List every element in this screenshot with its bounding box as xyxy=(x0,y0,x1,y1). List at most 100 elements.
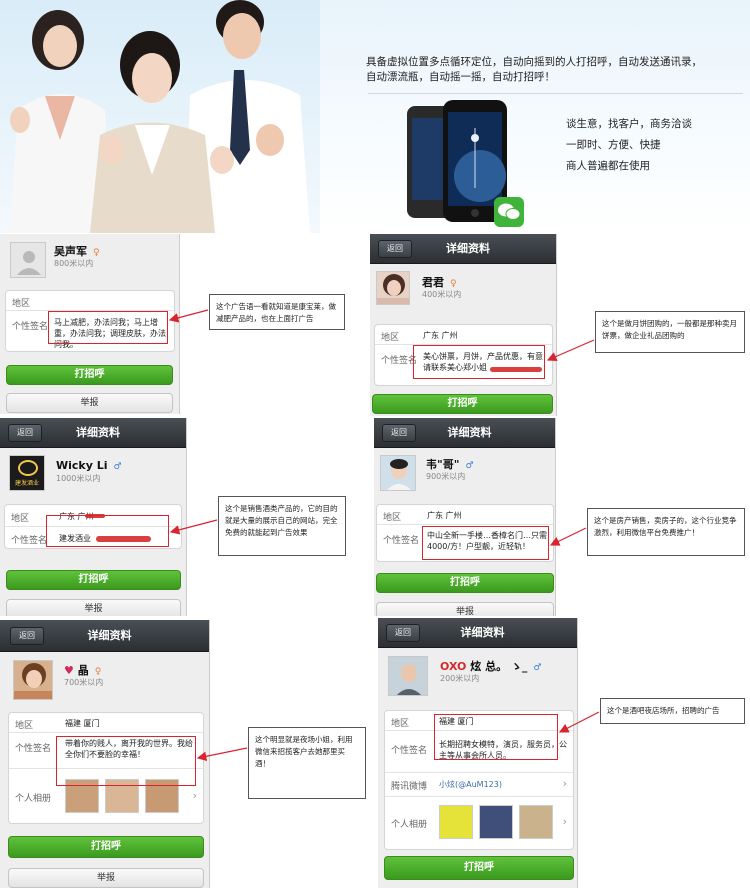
hero-intro-line-1: 具备虚拟位置多点循环定位，自动向摇到的人打招呼，自动发送通讯录， xyxy=(366,56,702,68)
nickname-text: 炫 总。 ゝ_ xyxy=(470,660,528,673)
info-panel: 地区 个性签名 马上减肥，办法问我；马上增重，办法问我；调理皮肤，办法问我。 xyxy=(5,290,175,352)
report-button-label: 举报 xyxy=(455,607,474,616)
avatar[interactable] xyxy=(376,271,410,305)
signature-value: 带着你的贱人，离开我的世界。我给全你们不要脸的幸福！ xyxy=(65,739,193,759)
nickname-text: 君君 xyxy=(422,276,444,289)
report-button-label: 举报 xyxy=(84,604,103,614)
report-button[interactable]: 举报 xyxy=(6,599,181,616)
region-label: 地区 xyxy=(391,719,410,729)
info-panel: 地区 福建 厦门 个性签名 长期招聘女模特，演员，服务员，公主等从事会所人员。 … xyxy=(384,710,574,850)
album-thumbnail[interactable] xyxy=(105,779,139,813)
signature-row: 个性签名 美心饼票，月饼，产品优惠，有意请联系美心郑小姐 xyxy=(375,345,552,387)
distance: 900米以内 xyxy=(426,472,466,481)
signature-row: 个性签名 带着你的贱人，离开我的世界。我给全你们不要脸的幸福！ xyxy=(9,733,203,769)
info-panel: 地区 广东 广州 个性签名 中山全新一手楼…香樟名门…只需4000/方！户型靓，… xyxy=(376,504,554,562)
distance: 800米以内 xyxy=(54,259,94,268)
nickname: ♥ 晶 ♀ xyxy=(64,662,101,678)
album-row[interactable]: 个人相册 › xyxy=(9,769,203,825)
arrow-4 xyxy=(549,527,587,546)
profile-card-4: 详细资料 返回 韦"哥" ♂ 900米以内 地区 广东 广州 个性签名 中山全新一… xyxy=(374,418,556,616)
region-value: 福建 厦门 xyxy=(65,719,100,728)
hero-banner: 具备虚拟位置多点循环定位，自动向摇到的人打招呼，自动发送通讯录， 自动漂流瓶，自… xyxy=(0,0,750,233)
nickname-text: 吴声军 xyxy=(54,245,87,258)
annotation-note-1: 这个广告语一看就知道是康宝莱，做减肥产品的，也在上面打广告 xyxy=(209,294,345,330)
greet-button[interactable]: 打招呼 xyxy=(6,365,173,385)
title-bar: 详细资料 返回 xyxy=(374,418,555,448)
nickname: 吴声军 ♀ xyxy=(54,243,100,259)
region-label: 地区 xyxy=(15,721,34,731)
back-button[interactable]: 返回 xyxy=(10,627,44,645)
region-row: 地区 广东 广州 xyxy=(375,325,552,345)
signature-label: 个性签名 xyxy=(11,536,48,546)
album-thumbnail[interactable] xyxy=(145,779,179,813)
title-bar: 详细资料 返回 xyxy=(370,234,556,264)
signature-value: 建发酒业 xyxy=(59,534,91,543)
avatar[interactable] xyxy=(380,455,416,491)
profile-card-2: 详细资料 返回 君君 ♀ 400米以内 地区 广东 广州 个性签名 美心饼票，月饼… xyxy=(370,234,557,416)
distance: 200米以内 xyxy=(440,674,480,683)
album-label: 个人相册 xyxy=(391,820,428,830)
avatar[interactable] xyxy=(388,656,428,696)
region-label: 地区 xyxy=(383,513,402,523)
signature-label: 个性签名 xyxy=(15,744,52,754)
male-icon: ♂ xyxy=(465,461,474,471)
album-thumbnail[interactable] xyxy=(439,805,473,839)
greet-button[interactable]: 打招呼 xyxy=(384,856,574,880)
hero-intro-line-2: 自动漂流瓶，自动摇一摇，自动打招呼！ xyxy=(366,71,555,83)
weibo-value[interactable]: 小炫(@AuM123) xyxy=(439,779,502,790)
avatar-photo xyxy=(14,661,52,699)
region-row: 地区 福建 厦门 xyxy=(385,711,573,731)
title-bar: 详细资料 返回 xyxy=(378,618,577,648)
report-button-label: 举报 xyxy=(80,398,99,408)
weibo-row[interactable]: 腾讯微博 小炫(@AuM123) › xyxy=(385,773,573,797)
back-button[interactable]: 返回 xyxy=(8,424,42,442)
business-people-photo xyxy=(0,0,320,233)
report-button[interactable]: 举报 xyxy=(6,393,173,413)
avatar[interactable] xyxy=(10,242,46,278)
greet-button[interactable]: 打招呼 xyxy=(8,836,204,858)
distance: 400米以内 xyxy=(422,290,462,299)
avatar[interactable]: 建发酒业 xyxy=(9,455,45,491)
greet-button[interactable]: 打招呼 xyxy=(6,570,181,590)
redaction-scribble xyxy=(96,536,151,542)
region-row: 地区 xyxy=(6,291,174,311)
hero-slogans: 谈生意，找客户，商务洽谈 一即时、方便、快捷 商人普遍都在使用 xyxy=(566,114,692,177)
info-panel: 地区 广东 广州 个性签名 建发酒业 xyxy=(4,504,182,549)
greet-button-label: 打招呼 xyxy=(450,577,480,588)
weibo-label: 腾讯微博 xyxy=(391,782,428,792)
greet-button[interactable]: 打招呼 xyxy=(376,573,554,593)
avatar-logo-text: 建发酒业 xyxy=(14,480,39,487)
title-bar: 详细资料 返回 xyxy=(0,418,186,448)
info-panel: 地区 福建 厦门 个性签名 带着你的贱人，离开我的世界。我给全你们不要脸的幸福！… xyxy=(8,712,204,824)
avatar[interactable] xyxy=(13,660,53,700)
report-button[interactable]: 举报 xyxy=(376,602,554,616)
slogan-2: 一即时、方便、快捷 xyxy=(566,139,661,151)
nickname-text: Wicky Li xyxy=(56,459,108,472)
distance: 700米以内 xyxy=(64,678,104,687)
chevron-right-icon: › xyxy=(192,789,197,802)
profile-card-5: 详细资料 返回 ♥ 晶 ♀ 700米以内 地区 福建 厦门 个性签名 带着你的贱人… xyxy=(0,620,210,888)
nickname-text: 晶 xyxy=(77,664,89,677)
avatar-logo-mark xyxy=(18,460,38,476)
greet-button-label: 打招呼 xyxy=(447,398,478,409)
region-label: 地区 xyxy=(381,333,400,343)
signature-row: 个性签名 长期招聘女模特，演员，服务员，公主等从事会所人员。 xyxy=(385,731,573,773)
avatar-photo xyxy=(389,657,427,695)
greet-button-label: 打招呼 xyxy=(74,369,105,380)
profile-card-6: 详细资料 返回 OXO 炫 总。 ゝ_ ♂ 200米以内 地区 福建 厦门 个性签… xyxy=(378,618,578,888)
avatar-photo xyxy=(377,272,409,304)
avatar-photo xyxy=(381,456,415,490)
back-button[interactable]: 返回 xyxy=(386,624,420,642)
album-thumbnail[interactable] xyxy=(65,779,99,813)
info-panel: 地区 广东 广州 个性签名 美心饼票，月饼，产品优惠，有意请联系美心郑小姐 xyxy=(374,324,553,386)
back-button[interactable]: 返回 xyxy=(378,240,412,258)
report-button[interactable]: 举报 xyxy=(8,868,204,888)
album-row[interactable]: 个人相册 › xyxy=(385,797,573,851)
signature-value: 长期招聘女模特，演员，服务员，公主等从事会所人员。 xyxy=(439,740,567,760)
album-thumbnail[interactable] xyxy=(519,805,553,839)
greet-button-label: 打招呼 xyxy=(91,841,121,852)
back-button[interactable]: 返回 xyxy=(382,424,416,442)
signature-row: 个性签名 马上减肥，办法问我；马上增重，办法问我；调理皮肤，办法问我。 xyxy=(6,311,174,353)
greet-button[interactable]: 打招呼 xyxy=(372,394,553,414)
album-thumbnail[interactable] xyxy=(479,805,513,839)
